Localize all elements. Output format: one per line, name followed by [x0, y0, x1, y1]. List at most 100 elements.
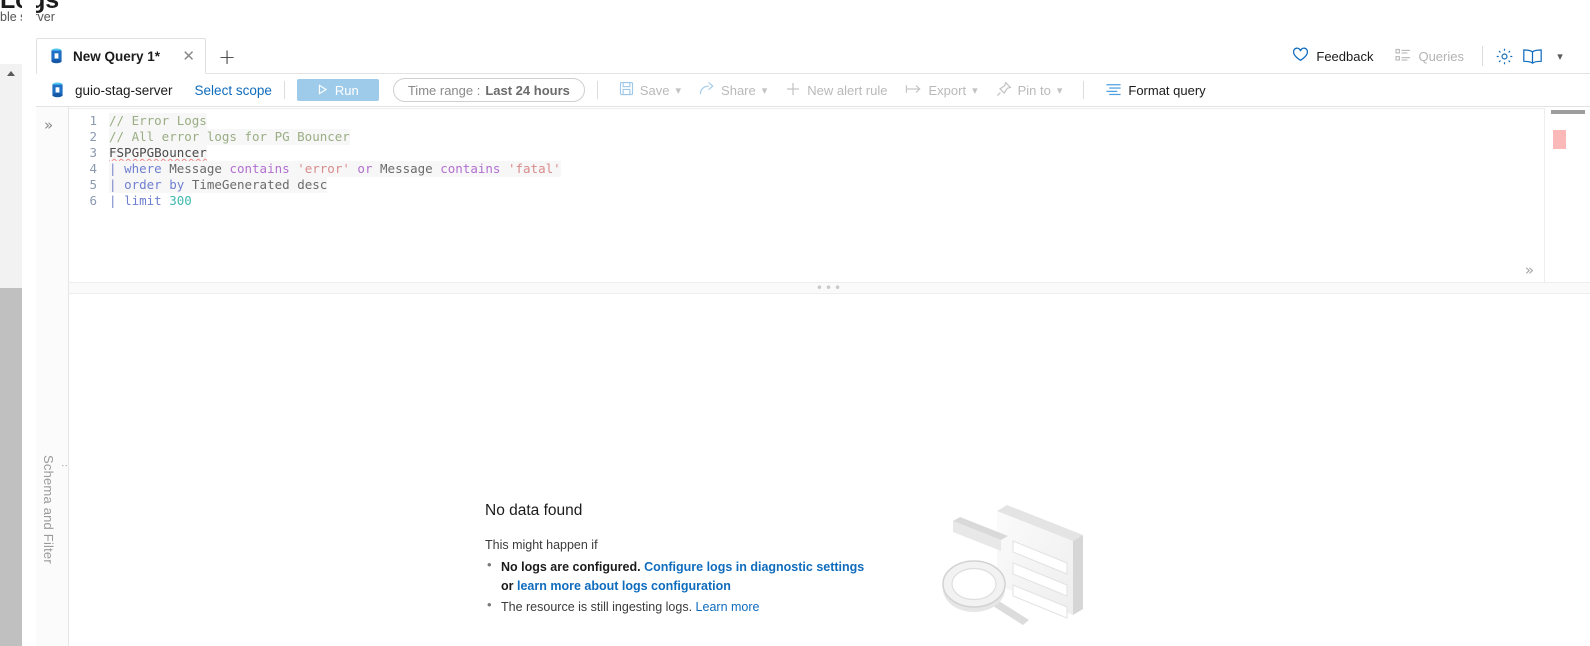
format-query-button[interactable]: Format query	[1096, 77, 1214, 103]
feedback-button[interactable]: Feedback	[1281, 41, 1384, 71]
export-button[interactable]: Export ▾	[896, 77, 986, 103]
run-label: Run	[334, 82, 359, 98]
save-disk-icon	[619, 81, 634, 99]
code-token-keyword: limit	[124, 193, 162, 208]
scope-name: guio-stag-server	[75, 82, 173, 98]
database-icon	[49, 48, 64, 64]
code-token-column: Message	[169, 161, 222, 176]
code-token-column: TimeGenerated	[191, 177, 290, 192]
schema-and-filter-rail[interactable]	[36, 106, 69, 646]
share-icon	[699, 81, 715, 99]
code-line: 5 | order by TimeGenerated desc	[69, 177, 1590, 193]
code-token-operator: contains	[440, 161, 501, 176]
share-label: Share	[721, 82, 756, 98]
heart-icon	[1292, 47, 1309, 65]
queries-button[interactable]: Queries	[1384, 41, 1475, 71]
code-line: 4 | where Message contains 'error' or Me…	[69, 161, 1590, 177]
splitter-dots-icon: •••	[815, 281, 844, 295]
close-icon[interactable]: ✕	[182, 48, 195, 64]
reason-bold-text: No logs are configured.	[501, 560, 641, 574]
command-bar: guio-stag-server Select scope Run Time r…	[36, 74, 1590, 107]
code-area[interactable]: 1 // Error Logs 2 // All error logs for …	[69, 113, 1590, 209]
line-number: 5	[89, 177, 97, 192]
code-token-string: 'error'	[297, 161, 350, 176]
code-token-direction: desc	[297, 177, 328, 192]
format-query-label: Format query	[1128, 82, 1206, 98]
configure-logs-link[interactable]: Configure logs in diagnostic settings	[644, 560, 864, 574]
double-chevron-right-icon[interactable]: »	[44, 118, 53, 133]
header-actions: Feedback Queries ▾	[1281, 41, 1574, 71]
chevron-down-icon: ▾	[761, 83, 768, 97]
learn-more-logs-config-link[interactable]: learn more about logs configuration	[517, 579, 731, 593]
new-alert-rule-label: New alert rule	[807, 82, 888, 98]
time-range-label: Time range :	[407, 82, 481, 98]
editor-minimap[interactable]	[1544, 108, 1590, 288]
minimap-viewport	[1551, 110, 1585, 114]
save-button[interactable]: Save ▾	[610, 77, 690, 103]
query-editor[interactable]: 1 // Error Logs 2 // All error logs for …	[69, 108, 1590, 288]
header-divider	[1482, 46, 1483, 66]
reason-text: The resource is still ingesting logs.	[501, 600, 693, 614]
editor-top-border	[69, 108, 1590, 109]
command-divider-3	[1083, 81, 1085, 99]
code-token-or: or	[357, 161, 373, 176]
line-number: 1	[89, 113, 97, 128]
format-lines-icon	[1105, 82, 1122, 99]
code-line: 6 | limit 300	[69, 193, 1590, 209]
pin-to-label: Pin to	[1017, 82, 1051, 98]
no-data-magnifier-illustration	[935, 489, 1095, 634]
code-token-keyword: where	[124, 161, 162, 176]
pin-icon	[996, 80, 1012, 100]
code-line: 1 // Error Logs	[69, 113, 1590, 129]
chevron-down-icon: ▾	[675, 83, 682, 97]
code-line: 2 // All error logs for PG Bouncer	[69, 129, 1590, 145]
grip-dots-icon: ⋮	[60, 460, 72, 471]
line-number: 4	[89, 161, 97, 176]
query-tab[interactable]: New Query 1* ✕	[36, 38, 206, 74]
queries-list-icon	[1395, 48, 1411, 65]
page-scrollbar[interactable]	[0, 64, 22, 646]
queries-label: Queries	[1418, 48, 1464, 64]
logs-query-page: Logs ble server » ⋮ Schema and Filter Ne…	[0, 0, 1590, 646]
learn-more-link[interactable]: Learn more	[696, 600, 760, 614]
query-tab-label: New Query 1*	[73, 48, 161, 64]
line-number: 2	[89, 129, 97, 144]
line-number: 6	[89, 193, 97, 208]
run-button[interactable]: Run	[296, 79, 379, 101]
export-arrow-icon	[905, 82, 922, 99]
code-token-string: 'fatal'	[507, 161, 561, 176]
play-icon	[317, 83, 328, 98]
code-token-pipe: |	[109, 161, 117, 176]
chevron-down-icon[interactable]: ▾	[1546, 42, 1574, 70]
code-line: 3 FSPGPGBouncer	[69, 145, 1590, 161]
code-token-keyword: order by	[124, 177, 185, 192]
error-marker[interactable]	[1553, 130, 1566, 149]
command-divider-2	[596, 81, 598, 99]
code-token-comment: // All error logs for PG Bouncer	[109, 129, 350, 144]
plus-icon	[785, 81, 801, 100]
time-range-picker[interactable]: Time range : Last 24 hours	[392, 78, 585, 102]
editor-results-splitter[interactable]: •••	[69, 282, 1590, 294]
database-icon	[50, 82, 65, 98]
schema-and-filter-label: Schema and Filter	[41, 455, 56, 564]
scroll-up-arrow-icon[interactable]	[0, 64, 22, 82]
command-divider	[283, 81, 285, 99]
add-tab-button[interactable]: +	[214, 44, 240, 70]
export-label: Export	[928, 82, 967, 98]
code-token-operator: contains	[229, 161, 290, 176]
double-chevron-up-icon[interactable]: »	[1525, 263, 1534, 278]
code-token-pipe: |	[109, 193, 117, 208]
save-label: Save	[639, 82, 670, 98]
gear-icon[interactable]	[1490, 42, 1518, 70]
chevron-down-icon: ▾	[1056, 83, 1063, 97]
results-pane: No data found This might happen if No lo…	[69, 294, 1590, 646]
share-button[interactable]: Share ▾	[690, 77, 776, 103]
book-icon[interactable]	[1518, 42, 1546, 70]
select-scope-link[interactable]: Select scope	[195, 83, 272, 98]
scrollbar-thumb[interactable]	[0, 288, 22, 646]
pin-to-button[interactable]: Pin to ▾	[987, 77, 1072, 103]
scope-selector[interactable]: guio-stag-server	[44, 82, 179, 98]
code-token-column: Message	[380, 161, 433, 176]
left-gutter	[22, 0, 36, 646]
new-alert-rule-button[interactable]: New alert rule	[776, 77, 896, 103]
